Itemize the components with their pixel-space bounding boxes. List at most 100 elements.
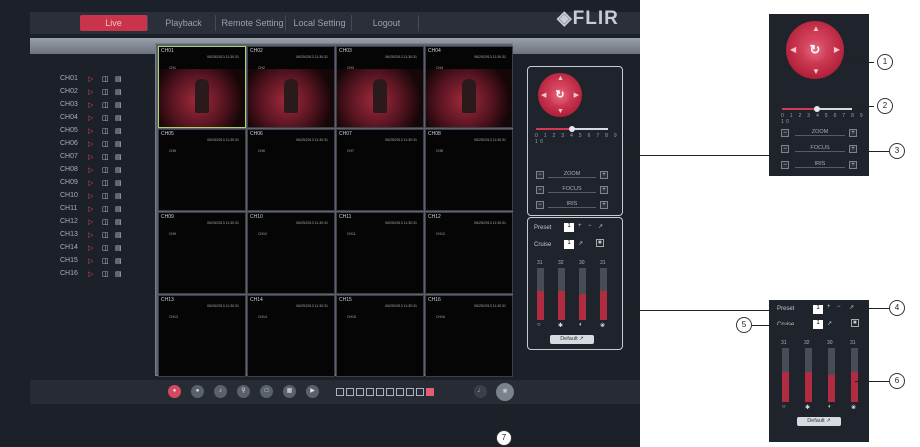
tab-local-setting[interactable]: Local Setting bbox=[288, 15, 352, 31]
snapshot-channel-icon[interactable]: ▤ bbox=[115, 192, 127, 200]
layout-grid-button[interactable] bbox=[336, 388, 344, 396]
snapshot-channel-icon[interactable]: ▤ bbox=[115, 218, 127, 226]
layout-grid-button[interactable] bbox=[376, 388, 384, 396]
preset-select[interactable]: 1 bbox=[564, 223, 574, 232]
up-arrow-icon[interactable]: ▲ bbox=[557, 75, 564, 82]
record-channel-icon[interactable]: ◫ bbox=[102, 231, 115, 239]
camera-cell[interactable]: CH04 06/25/2013 11:30:31 CH4 bbox=[425, 46, 513, 128]
ptz-toggle-icon[interactable]: ❋ bbox=[496, 383, 514, 401]
layout-grid-button[interactable] bbox=[366, 388, 374, 396]
image-adjust-bar[interactable] bbox=[805, 348, 812, 402]
layout-grid-button[interactable] bbox=[406, 388, 414, 396]
sequence-icon[interactable]: ▶ bbox=[306, 385, 319, 398]
record-channel-icon[interactable]: ◫ bbox=[102, 114, 115, 122]
image-adjust-bar[interactable] bbox=[537, 268, 544, 320]
layout-grid-button[interactable] bbox=[356, 388, 364, 396]
camera-cell[interactable]: CH03 06/25/2013 11:30:31 CH3 bbox=[336, 46, 424, 128]
snapshot-channel-icon[interactable]: ▤ bbox=[115, 140, 127, 148]
image-adjust-bar[interactable] bbox=[579, 268, 586, 320]
default-button[interactable]: Default ↗ bbox=[550, 335, 594, 344]
channel-row[interactable]: CH03 ▷ ◫ ▤ bbox=[60, 98, 127, 111]
zoom-in-button[interactable]: + bbox=[600, 171, 608, 179]
camera-cell[interactable]: CH16 06/25/2013 11:30:31 CH16 bbox=[425, 295, 513, 377]
channel-row[interactable]: CH05 ▷ ◫ ▤ bbox=[60, 124, 127, 137]
zoom-icon[interactable]: ⚲ bbox=[237, 385, 250, 398]
start-cruise-icon[interactable]: ↗ bbox=[578, 240, 583, 247]
channel-row[interactable]: CH04 ▷ ◫ ▤ bbox=[60, 111, 127, 124]
channel-row[interactable]: CH07 ▷ ◫ ▤ bbox=[60, 150, 127, 163]
channel-row[interactable]: CH16 ▷ ◫ ▤ bbox=[60, 267, 127, 280]
fullscreen-icon[interactable]: □ bbox=[260, 385, 273, 398]
camera-cell[interactable]: CH07 06/25/2013 11:30:31 CH7 bbox=[336, 129, 424, 211]
right-arrow-icon[interactable]: ▶ bbox=[574, 91, 579, 99]
snapshot-icon[interactable]: ● bbox=[191, 385, 204, 398]
iris-open-button[interactable]: + bbox=[600, 201, 608, 209]
play-icon[interactable]: ▷ bbox=[88, 179, 102, 187]
record-channel-icon[interactable]: ◫ bbox=[102, 166, 115, 174]
camera-cell[interactable]: CH02 06/25/2013 11:30:31 CH2 bbox=[247, 46, 335, 128]
play-icon[interactable]: ▷ bbox=[88, 244, 102, 252]
image-adjust-bar[interactable] bbox=[828, 348, 835, 402]
image-adjust-bar[interactable] bbox=[782, 348, 789, 402]
channel-row[interactable]: CH02 ▷ ◫ ▤ bbox=[60, 85, 127, 98]
tab-logout[interactable]: Logout bbox=[355, 15, 419, 31]
snapshot-channel-icon[interactable]: ▤ bbox=[115, 114, 127, 122]
play-icon[interactable]: ▷ bbox=[88, 218, 102, 226]
layout-grid-button[interactable] bbox=[346, 388, 354, 396]
audio-icon[interactable]: ♪ bbox=[214, 385, 227, 398]
cruise-select[interactable]: 1 bbox=[564, 240, 574, 249]
goto-preset-icon[interactable]: ↗ bbox=[598, 223, 603, 230]
tab-remote-setting[interactable]: Remote Setting bbox=[220, 15, 286, 31]
image-adjust-bar[interactable] bbox=[851, 348, 858, 402]
channel-row[interactable]: CH14 ▷ ◫ ▤ bbox=[60, 241, 127, 254]
channel-row[interactable]: CH12 ▷ ◫ ▤ bbox=[60, 215, 127, 228]
layout-grid-button[interactable] bbox=[396, 388, 404, 396]
play-icon[interactable]: ▷ bbox=[88, 270, 102, 278]
play-icon[interactable]: ▷ bbox=[88, 140, 102, 148]
record-channel-icon[interactable]: ◫ bbox=[102, 153, 115, 161]
snapshot-channel-icon[interactable]: ▤ bbox=[115, 127, 127, 135]
record-channel-icon[interactable]: ◫ bbox=[102, 179, 115, 187]
focus-far-button[interactable]: + bbox=[600, 186, 608, 194]
camera-cell[interactable]: CH13 06/25/2013 11:30:31 CH13 bbox=[158, 295, 246, 377]
snapshot-channel-icon[interactable]: ▤ bbox=[115, 257, 127, 265]
snapshot-channel-icon[interactable]: ▤ bbox=[115, 153, 127, 161]
delete-preset-icon[interactable]: − bbox=[588, 223, 592, 229]
play-icon[interactable]: ▷ bbox=[88, 75, 102, 83]
layout-grid-button[interactable] bbox=[426, 388, 434, 396]
record-channel-icon[interactable]: ◫ bbox=[102, 218, 115, 226]
volume-icon[interactable]: ♩ bbox=[474, 385, 487, 398]
tab-playback[interactable]: Playback bbox=[152, 15, 216, 31]
channel-row[interactable]: CH01 ▷ ◫ ▤ bbox=[60, 72, 127, 85]
tab-live[interactable]: Live bbox=[80, 15, 148, 31]
layout-icon[interactable]: ▦ bbox=[283, 385, 296, 398]
channel-row[interactable]: CH09 ▷ ◫ ▤ bbox=[60, 176, 127, 189]
zoom-out-button[interactable]: − bbox=[536, 171, 544, 179]
play-icon[interactable]: ▷ bbox=[88, 192, 102, 200]
snapshot-channel-icon[interactable]: ▤ bbox=[115, 231, 127, 239]
play-icon[interactable]: ▷ bbox=[88, 101, 102, 109]
record-channel-icon[interactable]: ◫ bbox=[102, 205, 115, 213]
camera-cell[interactable]: CH06 06/25/2013 11:30:31 CH6 bbox=[247, 129, 335, 211]
layout-grid-button[interactable] bbox=[416, 388, 424, 396]
stop-cruise-icon[interactable]: ■ bbox=[596, 239, 604, 247]
camera-cell[interactable]: CH05 06/25/2013 11:30:31 CH5 bbox=[158, 129, 246, 211]
left-arrow-icon[interactable]: ◀ bbox=[541, 91, 546, 99]
channel-row[interactable]: CH13 ▷ ◫ ▤ bbox=[60, 228, 127, 241]
channel-row[interactable]: CH08 ▷ ◫ ▤ bbox=[60, 163, 127, 176]
snapshot-channel-icon[interactable]: ▤ bbox=[115, 244, 127, 252]
record-channel-icon[interactable]: ◫ bbox=[102, 127, 115, 135]
play-icon[interactable]: ▷ bbox=[88, 205, 102, 213]
speed-slider-knob[interactable] bbox=[569, 126, 575, 132]
play-icon[interactable]: ▷ bbox=[88, 88, 102, 96]
camera-cell[interactable]: CH01 06/25/2013 11:30:31 CH1 bbox=[158, 46, 246, 128]
camera-cell[interactable]: CH14 06/25/2013 11:30:31 CH14 bbox=[247, 295, 335, 377]
focus-near-button[interactable]: − bbox=[536, 186, 544, 194]
play-icon[interactable]: ▷ bbox=[88, 153, 102, 161]
record-channel-icon[interactable]: ◫ bbox=[102, 101, 115, 109]
record-channel-icon[interactable]: ◫ bbox=[102, 75, 115, 83]
snapshot-channel-icon[interactable]: ▤ bbox=[115, 166, 127, 174]
image-adjust-bar[interactable] bbox=[600, 268, 607, 320]
channel-row[interactable]: CH11 ▷ ◫ ▤ bbox=[60, 202, 127, 215]
snapshot-channel-icon[interactable]: ▤ bbox=[115, 101, 127, 109]
